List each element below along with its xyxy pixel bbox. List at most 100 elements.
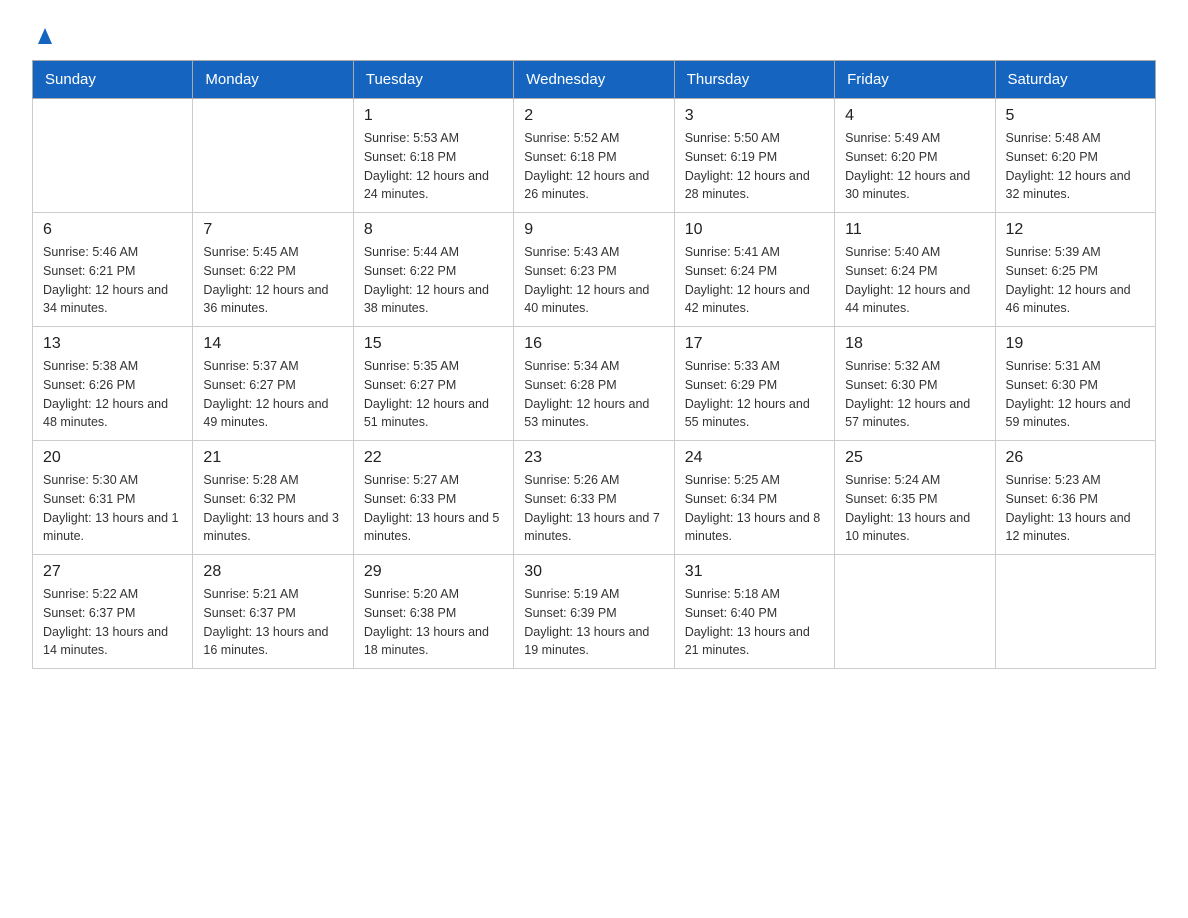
col-sunday: Sunday: [33, 61, 193, 99]
calendar-cell: 3 Sunrise: 5:50 AMSunset: 6:19 PMDaylight…: [674, 99, 834, 213]
calendar-cell: 22Sunrise: 5:27 AMSunset: 6:33 PMDayligh…: [353, 441, 513, 555]
col-wednesday: Wednesday: [514, 61, 674, 99]
day-number: 11: [845, 221, 984, 239]
day-number: 14: [203, 335, 342, 353]
day-number: 10: [685, 221, 824, 239]
day-info: Sunrise: 5:25 AMSunset: 6:34 PMDaylight:…: [685, 471, 824, 546]
day-info: Sunrise: 5:49 AMSunset: 6:20 PMDaylight:…: [845, 129, 984, 204]
calendar-header-row: Sunday Monday Tuesday Wednesday Thursday…: [33, 61, 1156, 99]
calendar-cell: 12 Sunrise: 5:39 AMSunset: 6:25 PMDayligh…: [995, 213, 1155, 327]
logo: [32, 24, 56, 44]
logo-triangle-icon: [34, 24, 56, 46]
day-number: 23: [524, 449, 663, 467]
day-info: Sunrise: 5:22 AMSunset: 6:37 PMDaylight:…: [43, 585, 182, 660]
day-info: Sunrise: 5:44 AMSunset: 6:22 PMDaylight:…: [364, 243, 503, 318]
calendar-cell: [33, 99, 193, 213]
calendar-cell: 7 Sunrise: 5:45 AMSunset: 6:22 PMDaylight…: [193, 213, 353, 327]
day-number: 7: [203, 221, 342, 239]
day-number: 28: [203, 563, 342, 581]
calendar-cell: 26 Sunrise: 5:23 AMSunset: 6:36 PMDayligh…: [995, 441, 1155, 555]
day-info: Sunrise: 5:48 AMSunset: 6:20 PMDaylight:…: [1006, 129, 1145, 204]
day-number: 15: [364, 335, 503, 353]
calendar-cell: 23 Sunrise: 5:26 AMSunset: 6:33 PMDayligh…: [514, 441, 674, 555]
day-info: Sunrise: 5:38 AMSunset: 6:26 PMDaylight:…: [43, 357, 182, 432]
day-number: 21: [203, 449, 342, 467]
day-info: Sunrise: 5:24 AMSunset: 6:35 PMDaylight:…: [845, 471, 984, 546]
col-monday: Monday: [193, 61, 353, 99]
day-number: 24: [685, 449, 824, 467]
day-number: 4: [845, 107, 984, 125]
day-number: 6: [43, 221, 182, 239]
calendar-week-row: 20 Sunrise: 5:30 AMSunset: 6:31 PMDayligh…: [33, 441, 1156, 555]
calendar-cell: 11 Sunrise: 5:40 AMSunset: 6:24 PMDayligh…: [835, 213, 995, 327]
day-info: Sunrise: 5:40 AMSunset: 6:24 PMDaylight:…: [845, 243, 984, 318]
col-thursday: Thursday: [674, 61, 834, 99]
calendar-cell: 9 Sunrise: 5:43 AMSunset: 6:23 PMDaylight…: [514, 213, 674, 327]
day-info: Sunrise: 5:53 AMSunset: 6:18 PMDaylight:…: [364, 129, 503, 204]
calendar-cell: 30 Sunrise: 5:19 AMSunset: 6:39 PMDayligh…: [514, 555, 674, 669]
calendar-cell: 20 Sunrise: 5:30 AMSunset: 6:31 PMDayligh…: [33, 441, 193, 555]
day-info: Sunrise: 5:52 AMSunset: 6:18 PMDaylight:…: [524, 129, 663, 204]
col-friday: Friday: [835, 61, 995, 99]
calendar-cell: 15 Sunrise: 5:35 AMSunset: 6:27 PMDayligh…: [353, 327, 513, 441]
day-info: Sunrise: 5:46 AMSunset: 6:21 PMDaylight:…: [43, 243, 182, 318]
day-info: Sunrise: 5:21 AMSunset: 6:37 PMDaylight:…: [203, 585, 342, 660]
calendar-week-row: 27 Sunrise: 5:22 AMSunset: 6:37 PMDayligh…: [33, 555, 1156, 669]
calendar-week-row: 1Sunrise: 5:53 AMSunset: 6:18 PMDaylight…: [33, 99, 1156, 213]
calendar-cell: 8Sunrise: 5:44 AMSunset: 6:22 PMDaylight…: [353, 213, 513, 327]
calendar-cell: 24 Sunrise: 5:25 AMSunset: 6:34 PMDayligh…: [674, 441, 834, 555]
calendar-cell: [995, 555, 1155, 669]
day-number: 31: [685, 563, 824, 581]
day-info: Sunrise: 5:31 AMSunset: 6:30 PMDaylight:…: [1006, 357, 1145, 432]
day-info: Sunrise: 5:39 AMSunset: 6:25 PMDaylight:…: [1006, 243, 1145, 318]
day-number: 16: [524, 335, 663, 353]
day-info: Sunrise: 5:23 AMSunset: 6:36 PMDaylight:…: [1006, 471, 1145, 546]
calendar-cell: 25 Sunrise: 5:24 AMSunset: 6:35 PMDayligh…: [835, 441, 995, 555]
day-info: Sunrise: 5:26 AMSunset: 6:33 PMDaylight:…: [524, 471, 663, 546]
day-number: 18: [845, 335, 984, 353]
day-number: 3: [685, 107, 824, 125]
calendar-cell: 28 Sunrise: 5:21 AMSunset: 6:37 PMDayligh…: [193, 555, 353, 669]
day-number: 29: [364, 563, 503, 581]
calendar-cell: 13 Sunrise: 5:38 AMSunset: 6:26 PMDayligh…: [33, 327, 193, 441]
day-number: 20: [43, 449, 182, 467]
day-number: 2: [524, 107, 663, 125]
calendar-cell: 5Sunrise: 5:48 AMSunset: 6:20 PMDaylight…: [995, 99, 1155, 213]
day-info: Sunrise: 5:43 AMSunset: 6:23 PMDaylight:…: [524, 243, 663, 318]
day-info: Sunrise: 5:19 AMSunset: 6:39 PMDaylight:…: [524, 585, 663, 660]
day-number: 12: [1006, 221, 1145, 239]
day-number: 27: [43, 563, 182, 581]
calendar-cell: 2 Sunrise: 5:52 AMSunset: 6:18 PMDaylight…: [514, 99, 674, 213]
calendar-cell: [835, 555, 995, 669]
calendar-cell: 16 Sunrise: 5:34 AMSunset: 6:28 PMDayligh…: [514, 327, 674, 441]
day-info: Sunrise: 5:34 AMSunset: 6:28 PMDaylight:…: [524, 357, 663, 432]
calendar-cell: 21Sunrise: 5:28 AMSunset: 6:32 PMDayligh…: [193, 441, 353, 555]
day-number: 25: [845, 449, 984, 467]
day-number: 9: [524, 221, 663, 239]
day-info: Sunrise: 5:18 AMSunset: 6:40 PMDaylight:…: [685, 585, 824, 660]
day-info: Sunrise: 5:37 AMSunset: 6:27 PMDaylight:…: [203, 357, 342, 432]
day-info: Sunrise: 5:45 AMSunset: 6:22 PMDaylight:…: [203, 243, 342, 318]
calendar-cell: 4 Sunrise: 5:49 AMSunset: 6:20 PMDaylight…: [835, 99, 995, 213]
calendar-cell: 1Sunrise: 5:53 AMSunset: 6:18 PMDaylight…: [353, 99, 513, 213]
calendar-cell: 18 Sunrise: 5:32 AMSunset: 6:30 PMDayligh…: [835, 327, 995, 441]
calendar-cell: 14 Sunrise: 5:37 AMSunset: 6:27 PMDayligh…: [193, 327, 353, 441]
calendar-cell: [193, 99, 353, 213]
day-info: Sunrise: 5:27 AMSunset: 6:33 PMDaylight:…: [364, 471, 503, 546]
day-info: Sunrise: 5:30 AMSunset: 6:31 PMDaylight:…: [43, 471, 182, 546]
day-number: 13: [43, 335, 182, 353]
page-header: [32, 24, 1156, 44]
calendar-cell: 31 Sunrise: 5:18 AMSunset: 6:40 PMDayligh…: [674, 555, 834, 669]
col-tuesday: Tuesday: [353, 61, 513, 99]
day-info: Sunrise: 5:35 AMSunset: 6:27 PMDaylight:…: [364, 357, 503, 432]
col-saturday: Saturday: [995, 61, 1155, 99]
day-info: Sunrise: 5:41 AMSunset: 6:24 PMDaylight:…: [685, 243, 824, 318]
day-info: Sunrise: 5:32 AMSunset: 6:30 PMDaylight:…: [845, 357, 984, 432]
calendar-cell: 19Sunrise: 5:31 AMSunset: 6:30 PMDayligh…: [995, 327, 1155, 441]
calendar-cell: 10 Sunrise: 5:41 AMSunset: 6:24 PMDayligh…: [674, 213, 834, 327]
day-number: 26: [1006, 449, 1145, 467]
calendar-cell: 17Sunrise: 5:33 AMSunset: 6:29 PMDayligh…: [674, 327, 834, 441]
calendar-week-row: 13 Sunrise: 5:38 AMSunset: 6:26 PMDayligh…: [33, 327, 1156, 441]
day-info: Sunrise: 5:50 AMSunset: 6:19 PMDaylight:…: [685, 129, 824, 204]
day-number: 30: [524, 563, 663, 581]
